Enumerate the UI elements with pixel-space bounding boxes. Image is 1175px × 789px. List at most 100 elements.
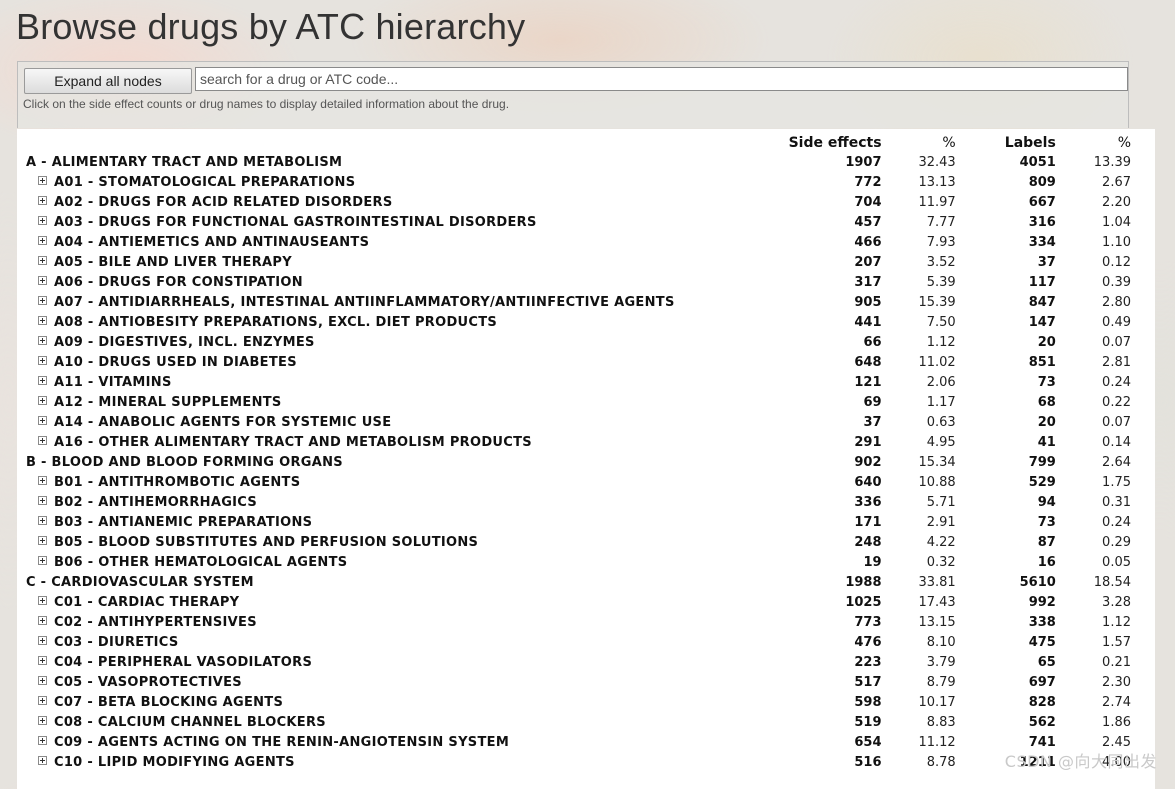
labels-count[interactable]: 697 <box>956 673 1056 693</box>
side-effects-count[interactable]: 69 <box>683 393 881 413</box>
atc-name-label[interactable]: A10 - DRUGS USED IN DIABETES <box>54 355 297 370</box>
expand-node-icon[interactable] <box>38 356 47 365</box>
atc-name-label[interactable]: A04 - ANTIEMETICS AND ANTINAUSEANTS <box>54 235 369 250</box>
side-effects-count[interactable]: 516 <box>683 753 881 773</box>
side-effects-count[interactable]: 519 <box>683 713 881 733</box>
side-effects-count[interactable]: 223 <box>683 653 881 673</box>
side-effects-count[interactable]: 336 <box>683 493 881 513</box>
labels-count[interactable]: 316 <box>956 213 1056 233</box>
expand-node-icon[interactable] <box>38 656 47 665</box>
expand-all-button[interactable]: Expand all nodes <box>24 68 192 94</box>
labels-count[interactable]: 562 <box>956 713 1056 733</box>
labels-count[interactable]: 20 <box>956 413 1056 433</box>
labels-count[interactable]: 73 <box>956 513 1056 533</box>
expand-node-icon[interactable] <box>38 196 47 205</box>
expand-node-icon[interactable] <box>38 436 47 445</box>
labels-count[interactable]: 475 <box>956 633 1056 653</box>
expand-node-icon[interactable] <box>38 296 47 305</box>
atc-name-label[interactable]: B05 - BLOOD SUBSTITUTES AND PERFUSION SO… <box>54 535 478 550</box>
side-effects-count[interactable]: 19 <box>683 553 881 573</box>
expand-node-icon[interactable] <box>38 716 47 725</box>
labels-count[interactable]: 20 <box>956 333 1056 353</box>
side-effects-count[interactable]: 598 <box>683 693 881 713</box>
expand-node-icon[interactable] <box>38 176 47 185</box>
side-effects-count[interactable]: 37 <box>683 413 881 433</box>
side-effects-count[interactable]: 654 <box>683 733 881 753</box>
side-effects-count[interactable]: 441 <box>683 313 881 333</box>
expand-node-icon[interactable] <box>38 276 47 285</box>
side-effects-count[interactable]: 207 <box>683 253 881 273</box>
labels-count[interactable]: 338 <box>956 613 1056 633</box>
labels-count[interactable]: 851 <box>956 353 1056 373</box>
side-effects-count[interactable]: 171 <box>683 513 881 533</box>
expand-node-icon[interactable] <box>38 496 47 505</box>
labels-count[interactable]: 147 <box>956 313 1056 333</box>
atc-name-label[interactable]: A14 - ANABOLIC AGENTS FOR SYSTEMIC USE <box>54 415 391 430</box>
expand-node-icon[interactable] <box>38 696 47 705</box>
atc-name-label[interactable]: B03 - ANTIANEMIC PREPARATIONS <box>54 515 312 530</box>
side-effects-count[interactable]: 457 <box>683 213 881 233</box>
atc-name-label[interactable]: A12 - MINERAL SUPPLEMENTS <box>54 395 282 410</box>
expand-node-icon[interactable] <box>38 316 47 325</box>
expand-node-icon[interactable] <box>38 676 47 685</box>
labels-count[interactable]: 68 <box>956 393 1056 413</box>
labels-count[interactable]: 16 <box>956 553 1056 573</box>
side-effects-count[interactable]: 317 <box>683 273 881 293</box>
side-effects-count[interactable]: 1907 <box>683 153 881 173</box>
labels-count[interactable]: 4051 <box>956 153 1056 173</box>
labels-count[interactable]: 87 <box>956 533 1056 553</box>
expand-node-icon[interactable] <box>38 616 47 625</box>
expand-node-icon[interactable] <box>38 756 47 765</box>
atc-name-label[interactable]: A08 - ANTIOBESITY PREPARATIONS, EXCL. DI… <box>54 315 497 330</box>
side-effects-count[interactable]: 476 <box>683 633 881 653</box>
atc-name-label[interactable]: A05 - BILE AND LIVER THERAPY <box>54 255 292 270</box>
side-effects-count[interactable]: 1025 <box>683 593 881 613</box>
expand-node-icon[interactable] <box>38 476 47 485</box>
expand-node-icon[interactable] <box>38 216 47 225</box>
labels-count[interactable]: 529 <box>956 473 1056 493</box>
atc-name-label[interactable]: A02 - DRUGS FOR ACID RELATED DISORDERS <box>54 195 393 210</box>
side-effects-count[interactable]: 640 <box>683 473 881 493</box>
expand-node-icon[interactable] <box>38 376 47 385</box>
labels-count[interactable]: 37 <box>956 253 1056 273</box>
side-effects-count[interactable]: 517 <box>683 673 881 693</box>
side-effects-count[interactable]: 905 <box>683 293 881 313</box>
side-effects-count[interactable]: 466 <box>683 233 881 253</box>
labels-count[interactable]: 334 <box>956 233 1056 253</box>
side-effects-count[interactable]: 902 <box>683 453 881 473</box>
atc-name-label[interactable]: B02 - ANTIHEMORRHAGICS <box>54 495 257 510</box>
expand-node-icon[interactable] <box>38 556 47 565</box>
side-effects-count[interactable]: 1988 <box>683 573 881 593</box>
labels-count[interactable]: 73 <box>956 373 1056 393</box>
expand-node-icon[interactable] <box>38 256 47 265</box>
atc-name-label[interactable]: C03 - DIURETICS <box>54 635 179 650</box>
side-effects-count[interactable]: 648 <box>683 353 881 373</box>
side-effects-count[interactable]: 121 <box>683 373 881 393</box>
atc-name-label[interactable]: C02 - ANTIHYPERTENSIVES <box>54 615 257 630</box>
labels-count[interactable]: 809 <box>956 173 1056 193</box>
side-effects-count[interactable]: 772 <box>683 173 881 193</box>
expand-node-icon[interactable] <box>38 236 47 245</box>
side-effects-count[interactable]: 248 <box>683 533 881 553</box>
atc-name-label[interactable]: A06 - DRUGS FOR CONSTIPATION <box>54 275 303 290</box>
expand-node-icon[interactable] <box>38 336 47 345</box>
atc-name-label[interactable]: B01 - ANTITHROMBOTIC AGENTS <box>54 475 300 490</box>
atc-name-label[interactable]: A16 - OTHER ALIMENTARY TRACT AND METABOL… <box>54 435 532 450</box>
expand-node-icon[interactable] <box>38 536 47 545</box>
atc-name-label[interactable]: C05 - VASOPROTECTIVES <box>54 675 242 690</box>
atc-name-label[interactable]: C07 - BETA BLOCKING AGENTS <box>54 695 283 710</box>
search-input[interactable] <box>195 67 1128 91</box>
side-effects-count[interactable]: 291 <box>683 433 881 453</box>
atc-name-label[interactable]: B06 - OTHER HEMATOLOGICAL AGENTS <box>54 555 347 570</box>
labels-count[interactable]: 41 <box>956 433 1056 453</box>
labels-count[interactable]: 847 <box>956 293 1056 313</box>
atc-name-label[interactable]: A01 - STOMATOLOGICAL PREPARATIONS <box>54 175 355 190</box>
labels-count[interactable]: 799 <box>956 453 1056 473</box>
atc-name-label[interactable]: A09 - DIGESTIVES, INCL. ENZYMES <box>54 335 315 350</box>
side-effects-count[interactable]: 66 <box>683 333 881 353</box>
expand-node-icon[interactable] <box>38 636 47 645</box>
atc-name-label[interactable]: A11 - VITAMINS <box>54 375 172 390</box>
side-effects-count[interactable]: 773 <box>683 613 881 633</box>
labels-count[interactable]: 667 <box>956 193 1056 213</box>
atc-name-label[interactable]: C01 - CARDIAC THERAPY <box>54 595 239 610</box>
